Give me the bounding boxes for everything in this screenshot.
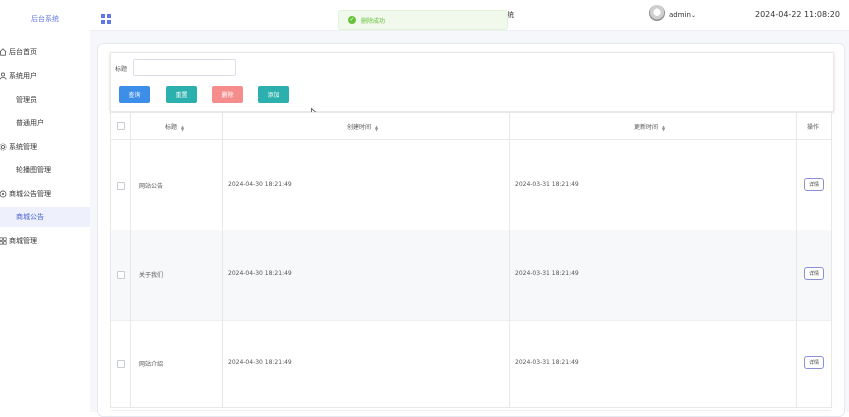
sidebar-item-system-management[interactable]: 系统管理 xyxy=(0,137,90,157)
row-title: 网站公告 xyxy=(139,183,164,190)
sidebar-item-mall-management[interactable]: 商城管理 xyxy=(0,231,90,251)
column-divider xyxy=(796,113,797,407)
column-header-created[interactable]: 创建时间 ▲ ▼ xyxy=(347,122,378,131)
row-updated-time: 2024-03-31 18:21:49 xyxy=(515,270,579,277)
sidebar-item-home[interactable]: 后台首页 xyxy=(0,42,90,62)
row-title: 网站介绍 xyxy=(139,361,164,368)
user-icon xyxy=(0,72,7,80)
delete-button[interactable]: 删除 xyxy=(212,86,243,103)
sort-icon[interactable]: ▲ ▼ xyxy=(375,124,378,131)
sidebar-item-label: 普通用户 xyxy=(16,119,44,127)
table-row: 关于我们 2024-04-30 18:21:49 2024-03-31 18:2… xyxy=(111,230,831,321)
table-header: 标题 ▲ ▼ 创建时间 ▲ ▼ 更新时间 ▲ ▼ 操作 xyxy=(111,113,831,140)
column-header-label: 创建时间 xyxy=(347,124,372,131)
table-row: 网站公告 2024-04-30 18:21:49 2024-03-31 18:2… xyxy=(111,140,831,231)
sidebar-item-label: 商城公告 xyxy=(16,213,44,221)
user-menu[interactable]: admin⌄ xyxy=(669,11,696,19)
chevron-down-icon: ⌄ xyxy=(690,12,696,19)
table-row: 网站介绍 2024-04-30 18:21:49 2024-03-31 18:2… xyxy=(111,320,831,411)
column-header-updated[interactable]: 更新时间 ▲ ▼ xyxy=(634,122,665,131)
row-created-time: 2024-04-30 18:21:49 xyxy=(228,181,292,188)
row-updated-time: 2024-03-31 18:21:49 xyxy=(515,181,579,188)
row-title: 关于我们 xyxy=(139,272,164,279)
row-updated-time: 2024-03-31 18:21:49 xyxy=(515,359,579,366)
row-created-time: 2024-04-30 18:21:49 xyxy=(228,270,292,277)
header-title: 统 xyxy=(507,11,514,19)
success-toast: ✓ 删除成功 xyxy=(338,10,508,30)
column-header-actions: 操作 xyxy=(807,124,820,131)
check-circle-icon: ✓ xyxy=(348,16,356,24)
detail-button[interactable]: 详情 xyxy=(804,356,824,369)
column-divider xyxy=(509,113,510,407)
sidebar-item-label: 后台首页 xyxy=(9,48,37,56)
sidebar-item-system-users[interactable]: 系统用户 xyxy=(0,66,90,86)
sidebar-item-label: 系统管理 xyxy=(9,143,37,151)
detail-button[interactable]: 详情 xyxy=(804,178,824,191)
sidebar-item-admins[interactable]: 管理员 xyxy=(0,90,90,110)
query-button[interactable]: 查询 xyxy=(119,86,150,103)
column-header-title[interactable]: 标题 ▲ ▼ xyxy=(165,122,184,131)
column-header-label: 更新时间 xyxy=(634,124,659,131)
sidebar-item-mall-notice[interactable]: 商城公告 xyxy=(0,207,90,227)
gear-icon xyxy=(0,143,7,151)
column-divider xyxy=(222,113,223,407)
detail-button[interactable]: 详情 xyxy=(804,267,824,280)
header-datetime: 2024-04-22 11:08:20 xyxy=(755,10,840,19)
notice-table: 标题 ▲ ▼ 创建时间 ▲ ▼ 更新时间 ▲ ▼ 操作 网站公告 2024-04-30 18… xyxy=(110,112,832,411)
sidebar-item-label: 商城管理 xyxy=(9,237,37,245)
menu-toggle-icon[interactable] xyxy=(101,9,111,24)
sidebar-item-label: 商城公告管理 xyxy=(9,190,51,198)
sidebar-item-label: 系统用户 xyxy=(9,72,37,80)
user-name: admin xyxy=(669,11,691,19)
settings-icon xyxy=(0,190,7,198)
reset-button[interactable]: 重置 xyxy=(166,86,197,103)
toast-message: 删除成功 xyxy=(361,17,386,25)
row-checkbox[interactable] xyxy=(117,182,125,190)
add-button[interactable]: 添加 xyxy=(258,86,289,103)
grid-icon xyxy=(0,237,7,245)
sort-icon[interactable]: ▲ ▼ xyxy=(181,124,184,131)
sidebar-item-label: 管理员 xyxy=(16,96,37,104)
sidebar-item-regular-users[interactable]: 普通用户 xyxy=(0,113,90,133)
title-filter-label: 标题 xyxy=(115,66,128,73)
row-created-time: 2024-04-30 18:21:49 xyxy=(228,359,292,366)
sort-icon[interactable]: ▲ ▼ xyxy=(662,124,665,131)
column-divider xyxy=(130,113,131,407)
sidebar: 后台系统 后台首页 系统用户 管理员 普通用户 系统管理 轮播图管理 商城公告管… xyxy=(0,0,91,412)
sidebar-item-label: 轮播图管理 xyxy=(16,166,51,174)
select-all-checkbox[interactable] xyxy=(117,122,125,130)
sidebar-item-mall-notice-management[interactable]: 商城公告管理 xyxy=(0,184,90,204)
sidebar-item-carousel-management[interactable]: 轮播图管理 xyxy=(0,160,90,180)
row-checkbox[interactable] xyxy=(117,360,125,368)
column-header-label: 标题 xyxy=(165,124,178,131)
title-filter-input[interactable] xyxy=(133,59,236,76)
brand-title: 后台系统 xyxy=(31,15,59,23)
avatar[interactable] xyxy=(649,5,665,21)
row-checkbox[interactable] xyxy=(117,271,125,279)
home-icon xyxy=(0,48,7,56)
